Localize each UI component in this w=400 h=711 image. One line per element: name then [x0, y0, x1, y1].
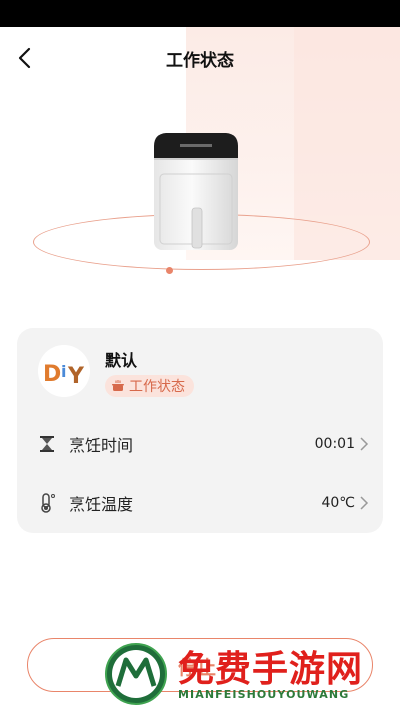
watermark-subtitle: MIANFEISHOUYOUWANG: [178, 688, 350, 701]
orbit-indicator: [166, 267, 173, 274]
cooking-time-label: 烹饪时间: [69, 436, 134, 455]
watermark-logo-icon: [105, 643, 167, 705]
diy-logo-icon: D i Y: [38, 345, 90, 397]
chevron-right-icon: [360, 496, 369, 510]
svg-text:D: D: [43, 362, 61, 387]
air-fryer-image: [150, 128, 242, 252]
thermometer-icon: [41, 493, 55, 513]
cooking-temperature-row[interactable]: 烹饪温度 40℃: [17, 483, 383, 523]
watermark-logo: [104, 642, 168, 706]
cooking-time-row[interactable]: 烹饪时间 00:01: [17, 424, 383, 464]
svg-text:Y: Y: [67, 364, 85, 389]
cooking-temperature-label: 烹饪温度: [69, 495, 134, 514]
page-title: 工作状态: [166, 51, 234, 71]
status-card: D i Y 默认 工作状态 烹饪时间 00:01 烹饪温度 40℃: [17, 328, 383, 533]
hourglass-icon: [40, 436, 54, 452]
status-badge: 工作状态: [105, 375, 194, 397]
chevron-right-icon: [360, 437, 369, 451]
status-bar: [0, 0, 400, 27]
watermark-title: 免费手游网: [178, 649, 364, 690]
pot-icon: [112, 380, 124, 391]
cooking-temperature-value: 40℃: [321, 495, 355, 511]
status-badge-label: 工作状态: [129, 379, 185, 395]
svg-text:i: i: [61, 362, 66, 381]
cooking-time-value: 00:01: [314, 436, 355, 452]
mode-avatar: D i Y: [38, 345, 90, 397]
mode-name: 默认: [105, 351, 138, 370]
